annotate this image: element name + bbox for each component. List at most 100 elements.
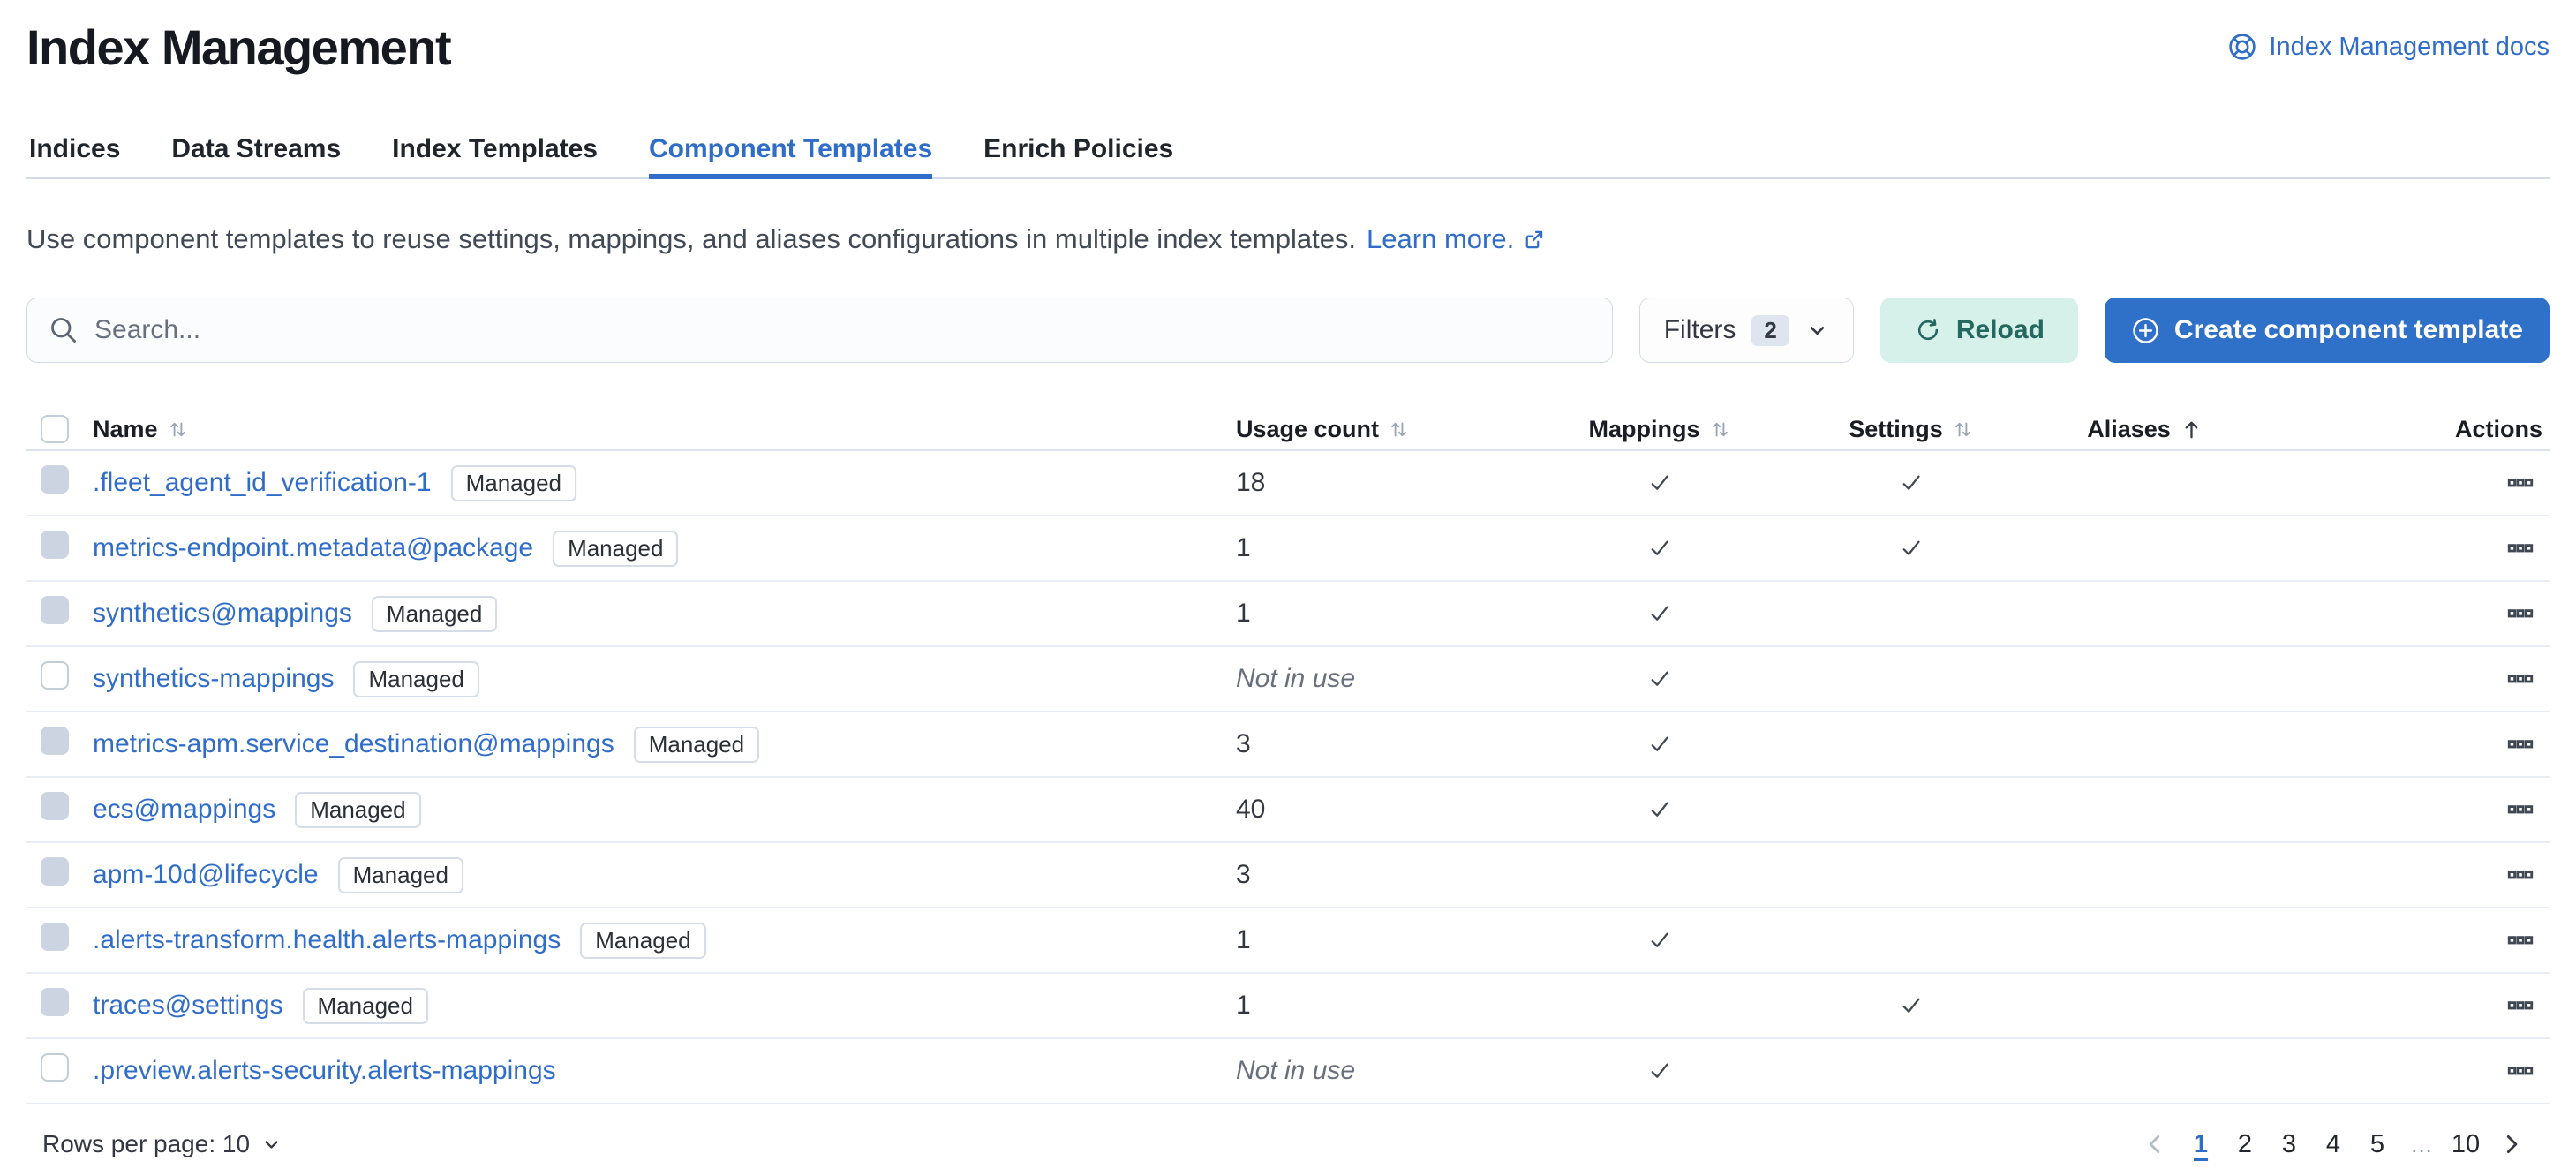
chevron-left-icon [2142, 1131, 2168, 1157]
usage-count-cell: 1 [1236, 599, 1536, 629]
mappings-cell [1536, 927, 1783, 954]
template-name-link[interactable]: metrics-apm.service_destination@mappings [93, 729, 614, 759]
tab-index-templates[interactable]: Index Templates [392, 134, 598, 177]
name-cell: synthetics-mappingsManaged [93, 661, 1236, 697]
table-row: .fleet_agent_id_verification-1Managed18 [26, 451, 2550, 516]
mappings-cell [1536, 731, 1783, 758]
three-boxes-icon [2507, 470, 2534, 496]
column-header-aliases[interactable]: Aliases [2039, 416, 2251, 443]
mappings-cell [1536, 666, 1783, 692]
row-checkbox [41, 988, 69, 1016]
row-actions-button[interactable] [2502, 530, 2539, 567]
template-name-link[interactable]: .alerts-transform.health.alerts-mappings [93, 925, 561, 955]
page-number-2[interactable]: 2 [2225, 1122, 2265, 1166]
row-actions-button[interactable] [2502, 856, 2539, 893]
learn-more-link[interactable]: Learn more. [1367, 223, 1546, 255]
column-label-mappings: Mappings [1589, 416, 1700, 443]
table-header-row: Name Usage count Mappings Settings Alias… [26, 409, 2550, 451]
tab-enrich-policies[interactable]: Enrich Policies [983, 134, 1173, 177]
three-boxes-icon [2507, 992, 2534, 1019]
usage-count-value: 1 [1236, 599, 1251, 628]
rows-per-page-label: Rows per page: 10 [42, 1130, 250, 1158]
sortable-icon [1709, 418, 1731, 441]
page-number-3[interactable]: 3 [2269, 1122, 2309, 1166]
search-box [26, 298, 1613, 363]
column-label-actions: Actions [2455, 416, 2542, 443]
row-checkbox-cell [26, 661, 93, 697]
row-actions-button[interactable] [2502, 922, 2539, 959]
page-number-4[interactable]: 4 [2313, 1122, 2354, 1166]
filters-count-badge: 2 [1751, 315, 1789, 346]
search-input[interactable] [94, 315, 1591, 345]
check-mark-icon [1646, 600, 1673, 627]
row-actions-button[interactable] [2502, 726, 2539, 763]
filters-button[interactable]: Filters 2 [1639, 298, 1854, 363]
row-actions-button[interactable] [2502, 595, 2539, 632]
template-name-link[interactable]: apm-10d@lifecycle [93, 860, 319, 890]
row-checkbox-cell [26, 531, 93, 566]
create-component-template-button[interactable]: Create component template [2105, 298, 2550, 363]
template-name-link[interactable]: .fleet_agent_id_verification-1 [93, 468, 432, 498]
actions-cell [2251, 595, 2550, 632]
column-header-usage-count[interactable]: Usage count [1236, 416, 1536, 443]
template-name-link[interactable]: .preview.alerts-security.alerts-mappings [93, 1056, 556, 1086]
chevron-down-icon [1805, 319, 1829, 343]
actions-cell [2251, 660, 2550, 697]
actions-cell [2251, 464, 2550, 501]
usage-count-value: 18 [1236, 468, 1265, 497]
check-mark-icon [1646, 927, 1673, 954]
tab-bar: Indices Data Streams Index Templates Compon… [26, 134, 2550, 179]
column-header-mappings[interactable]: Mappings [1536, 416, 1783, 443]
column-header-name[interactable]: Name [93, 416, 1236, 443]
select-all-checkbox[interactable] [41, 415, 69, 443]
column-label-name: Name [93, 416, 158, 443]
previous-page-button [2133, 1124, 2177, 1165]
tab-indices[interactable]: Indices [29, 134, 120, 177]
page-number-10[interactable]: 10 [2445, 1122, 2486, 1166]
usage-count-cell: 3 [1236, 729, 1536, 759]
row-actions-button[interactable] [2502, 660, 2539, 697]
row-actions-button[interactable] [2502, 464, 2539, 501]
table-footer: Rows per page: 10 12345…10 [26, 1122, 2550, 1166]
template-name-link[interactable]: synthetics-mappings [93, 664, 334, 694]
page-header: Index Management Index Management docs [26, 18, 2550, 78]
template-name-link[interactable]: ecs@mappings [93, 795, 275, 825]
three-boxes-icon [2507, 600, 2534, 627]
rows-per-page-button[interactable]: Rows per page: 10 [42, 1130, 282, 1158]
three-boxes-icon [2507, 927, 2534, 954]
check-mark-icon [1646, 470, 1673, 496]
page-number-1[interactable]: 1 [2181, 1122, 2221, 1166]
actions-cell [2251, 1052, 2550, 1089]
row-checkbox-cell [26, 596, 93, 631]
usage-count-cell: 18 [1236, 468, 1536, 498]
row-actions-button[interactable] [2502, 791, 2539, 828]
row-checkbox [41, 727, 69, 755]
managed-badge: Managed [338, 857, 463, 893]
usage-count-cell: Not in use [1236, 1056, 1536, 1086]
tab-component-templates[interactable]: Component Templates [649, 134, 932, 177]
template-name-link[interactable]: traces@settings [93, 991, 283, 1021]
usage-count-value: 3 [1236, 860, 1251, 889]
managed-badge: Managed [303, 988, 428, 1024]
template-name-link[interactable]: synthetics@mappings [93, 599, 352, 629]
row-actions-button[interactable] [2502, 1052, 2539, 1089]
chevron-right-icon [2498, 1131, 2525, 1157]
next-page-button[interactable] [2489, 1124, 2534, 1165]
row-actions-button[interactable] [2502, 987, 2539, 1024]
page-title: Index Management [26, 18, 450, 78]
reload-button[interactable]: Reload [1880, 298, 2078, 363]
page-number-5[interactable]: 5 [2357, 1122, 2398, 1166]
row-checkbox[interactable] [41, 1053, 69, 1082]
column-header-settings[interactable]: Settings [1783, 416, 2039, 443]
search-icon [49, 315, 79, 345]
name-cell: ecs@mappingsManaged [93, 792, 1236, 828]
docs-link[interactable]: Index Management docs [2227, 32, 2550, 62]
index-management-page: Index Management Index Management docs I… [0, 0, 2576, 1166]
usage-count-cell: 40 [1236, 795, 1536, 825]
name-cell: .alerts-transform.health.alerts-mappings… [93, 923, 1236, 959]
table-row: metrics-apm.service_destination@mappings… [26, 712, 2550, 778]
tab-data-streams[interactable]: Data Streams [171, 134, 341, 177]
actions-cell [2251, 987, 2550, 1024]
row-checkbox[interactable] [41, 661, 69, 690]
template-name-link[interactable]: metrics-endpoint.metadata@package [93, 533, 533, 563]
